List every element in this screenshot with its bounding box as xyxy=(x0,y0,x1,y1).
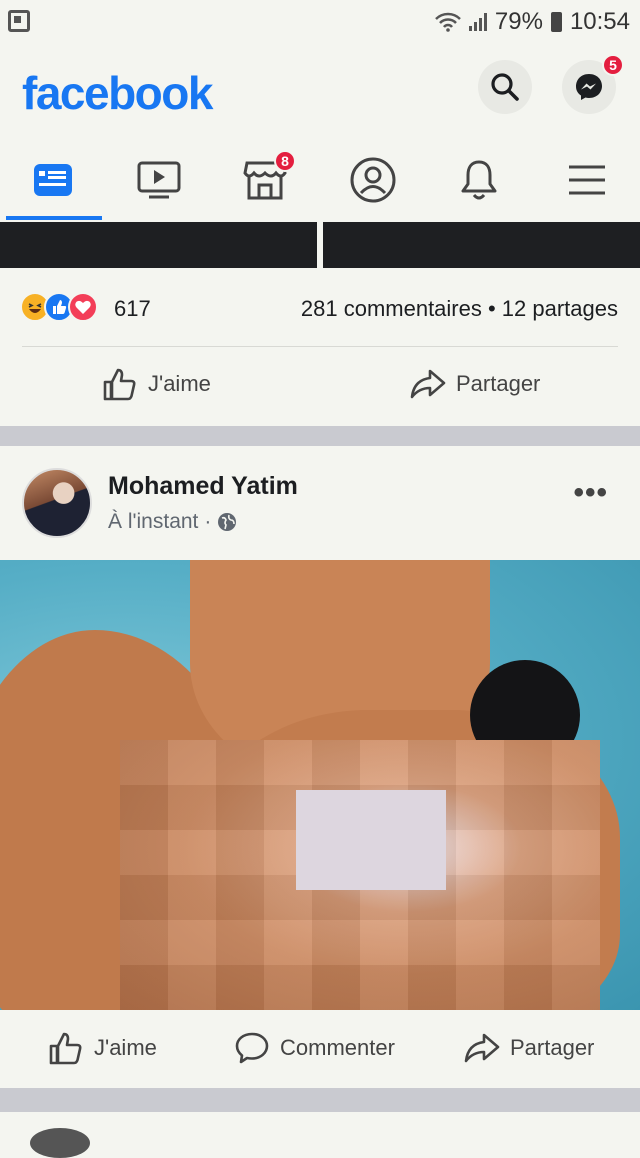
marketplace-badge: 8 xyxy=(274,150,296,172)
thumbs-up-icon xyxy=(103,368,136,401)
app-header: facebook 5 xyxy=(0,44,640,140)
tab-news-feed[interactable] xyxy=(0,140,106,220)
clock: 10:54 xyxy=(569,8,630,35)
share-arrow-icon xyxy=(464,1033,500,1063)
tab-marketplace[interactable]: 8 xyxy=(212,140,318,220)
separator-dot: · xyxy=(204,510,212,533)
next-post-avatar[interactable] xyxy=(30,1128,90,1158)
share-button[interactable]: Partager xyxy=(410,366,540,402)
like-button[interactable]: J'aime xyxy=(48,1030,157,1066)
reaction-icons xyxy=(20,292,98,322)
previous-post-image-left[interactable] xyxy=(0,222,317,268)
like-label: J'aime xyxy=(148,371,211,396)
share-arrow-icon xyxy=(410,369,446,399)
post-timestamp[interactable]: À l'instant · xyxy=(108,510,237,534)
active-tab-indicator xyxy=(6,216,102,220)
comments-shares-count[interactable]: 281 commentaires • 12 partages xyxy=(301,296,618,322)
like-label: J'aime xyxy=(94,1035,157,1060)
tab-profile[interactable] xyxy=(320,140,426,220)
battery-icon xyxy=(550,12,562,32)
messenger-badge: 5 xyxy=(602,54,624,76)
profile-icon xyxy=(350,157,396,203)
post-author-name[interactable]: Mohamed Yatim xyxy=(108,472,298,501)
signal-icon xyxy=(468,13,487,31)
globe-icon xyxy=(218,513,237,531)
comment-button[interactable]: Commenter xyxy=(234,1030,395,1066)
messenger-button[interactable]: 5 xyxy=(562,54,624,114)
facebook-logo[interactable]: facebook xyxy=(22,66,213,120)
thumbs-up-icon xyxy=(49,1032,82,1065)
search-icon xyxy=(491,73,519,101)
tab-menu[interactable] xyxy=(534,140,640,220)
status-bar: 79% 10:54 xyxy=(0,0,640,44)
reaction-count[interactable]: 617 xyxy=(114,296,151,322)
like-button[interactable]: J'aime xyxy=(102,366,211,402)
avatar[interactable] xyxy=(22,468,92,538)
battery-percent: 79% xyxy=(494,8,543,35)
love-reaction-icon xyxy=(68,292,98,322)
tab-watch[interactable] xyxy=(106,140,212,220)
messenger-icon xyxy=(576,74,602,100)
tab-bar: 8 xyxy=(0,140,640,222)
photo-region xyxy=(296,790,446,890)
divider xyxy=(22,346,618,347)
post-photo[interactable] xyxy=(0,560,640,1010)
share-button[interactable]: Partager xyxy=(464,1030,594,1066)
previous-post-image-right[interactable] xyxy=(323,222,640,268)
comment-bubble-icon xyxy=(235,1032,269,1064)
reactions-summary[interactable]: 617 281 commentaires • 12 partages xyxy=(0,268,640,348)
news-feed-icon xyxy=(34,164,72,196)
hamburger-menu-icon xyxy=(569,165,605,195)
comment-label: Commenter xyxy=(280,1035,395,1060)
share-label: Partager xyxy=(510,1035,595,1060)
share-label: Partager xyxy=(456,371,541,396)
wifi-icon xyxy=(435,12,461,32)
flipboard-app-icon xyxy=(8,10,30,32)
more-options-button[interactable]: ••• xyxy=(573,476,608,510)
feed-separator xyxy=(0,1088,640,1112)
bell-icon xyxy=(461,160,497,200)
video-icon xyxy=(137,161,181,199)
tab-notifications[interactable] xyxy=(426,140,532,220)
post-time-label: À l'instant xyxy=(108,510,199,533)
feed-separator xyxy=(0,426,640,446)
search-button[interactable] xyxy=(478,60,532,114)
